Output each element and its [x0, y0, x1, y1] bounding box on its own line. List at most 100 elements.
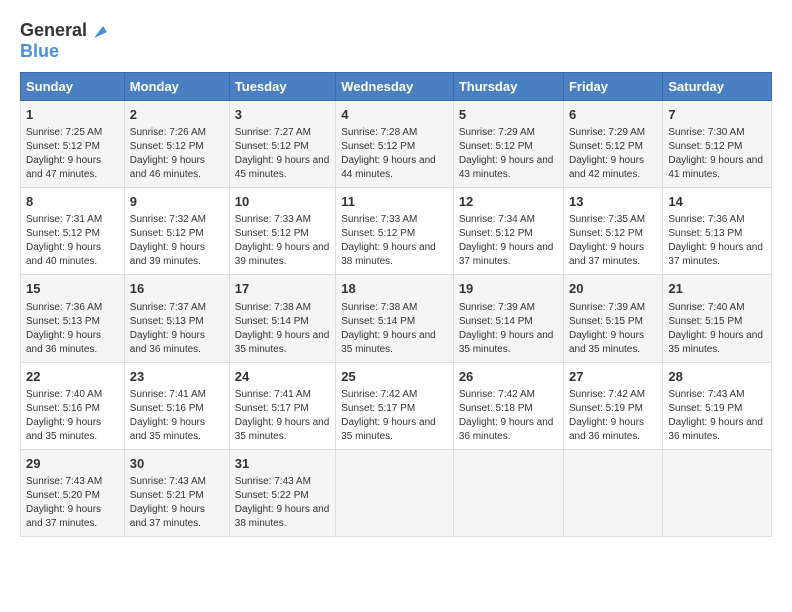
calendar-cell: 14 Sunrise: 7:36 AMSunset: 5:13 PMDayligh…: [663, 188, 772, 275]
day-number: 4: [341, 106, 448, 124]
calendar-cell: [336, 449, 454, 536]
calendar-cell: 26 Sunrise: 7:42 AMSunset: 5:18 PMDayligh…: [453, 362, 563, 449]
calendar-cell: [663, 449, 772, 536]
day-info: Sunrise: 7:38 AMSunset: 5:14 PMDaylight:…: [235, 301, 330, 357]
day-number: 23: [130, 368, 224, 386]
day-info: Sunrise: 7:26 AMSunset: 5:12 PMDaylight:…: [130, 126, 224, 182]
day-number: 26: [459, 368, 558, 386]
header-friday: Friday: [563, 73, 662, 101]
day-number: 28: [668, 368, 766, 386]
day-number: 22: [26, 368, 119, 386]
day-number: 6: [569, 106, 657, 124]
day-number: 25: [341, 368, 448, 386]
day-info: Sunrise: 7:25 AMSunset: 5:12 PMDaylight:…: [26, 126, 119, 182]
calendar-cell: 31 Sunrise: 7:43 AMSunset: 5:22 PMDayligh…: [229, 449, 335, 536]
calendar-cell: 22 Sunrise: 7:40 AMSunset: 5:16 PMDayligh…: [21, 362, 125, 449]
calendar-cell: 2 Sunrise: 7:26 AMSunset: 5:12 PMDaylight…: [124, 101, 229, 188]
calendar-cell: 25 Sunrise: 7:42 AMSunset: 5:17 PMDayligh…: [336, 362, 454, 449]
day-number: 15: [26, 280, 119, 298]
logo-blue-text: Blue: [20, 41, 59, 62]
day-number: 10: [235, 193, 330, 211]
calendar-cell: 18 Sunrise: 7:38 AMSunset: 5:14 PMDayligh…: [336, 275, 454, 362]
week-row-3: 15 Sunrise: 7:36 AMSunset: 5:13 PMDayligh…: [21, 275, 772, 362]
calendar-cell: 9 Sunrise: 7:32 AMSunset: 5:12 PMDaylight…: [124, 188, 229, 275]
day-number: 27: [569, 368, 657, 386]
day-number: 31: [235, 455, 330, 473]
calendar-cell: [453, 449, 563, 536]
day-info: Sunrise: 7:31 AMSunset: 5:12 PMDaylight:…: [26, 213, 119, 269]
calendar-cell: 11 Sunrise: 7:33 AMSunset: 5:12 PMDayligh…: [336, 188, 454, 275]
day-info: Sunrise: 7:43 AMSunset: 5:21 PMDaylight:…: [130, 475, 224, 531]
day-number: 17: [235, 280, 330, 298]
day-number: 1: [26, 106, 119, 124]
header-wednesday: Wednesday: [336, 73, 454, 101]
day-number: 12: [459, 193, 558, 211]
day-number: 16: [130, 280, 224, 298]
day-number: 2: [130, 106, 224, 124]
calendar-cell: 24Sunrise: 7:41 AMSunset: 5:17 PMDayligh…: [229, 362, 335, 449]
day-info: Sunrise: 7:40 AMSunset: 5:15 PMDaylight:…: [668, 301, 766, 357]
day-info: Sunrise: 7:43 AMSunset: 5:22 PMDaylight:…: [235, 475, 330, 531]
week-row-4: 22 Sunrise: 7:40 AMSunset: 5:16 PMDayligh…: [21, 362, 772, 449]
week-row-5: 29 Sunrise: 7:43 AMSunset: 5:20 PMDayligh…: [21, 449, 772, 536]
day-info: Sunrise: 7:40 AMSunset: 5:16 PMDaylight:…: [26, 388, 119, 444]
day-number: 8: [26, 193, 119, 211]
day-info: Sunrise: 7:27 AMSunset: 5:12 PMDaylight:…: [235, 126, 330, 182]
day-info: Sunrise: 7:37 AMSunset: 5:13 PMDaylight:…: [130, 301, 224, 357]
logo: General Blue: [20, 20, 107, 62]
calendar-cell: 1 Sunrise: 7:25 AMSunset: 5:12 PMDaylight…: [21, 101, 125, 188]
day-info: Sunrise: 7:38 AMSunset: 5:14 PMDaylight:…: [341, 301, 448, 357]
header-saturday: Saturday: [663, 73, 772, 101]
header-row: SundayMondayTuesdayWednesdayThursdayFrid…: [21, 73, 772, 101]
calendar-cell: 30Sunrise: 7:43 AMSunset: 5:21 PMDayligh…: [124, 449, 229, 536]
day-info: Sunrise: 7:42 AMSunset: 5:18 PMDaylight:…: [459, 388, 558, 444]
calendar-cell: 10Sunrise: 7:33 AMSunset: 5:12 PMDayligh…: [229, 188, 335, 275]
day-info: Sunrise: 7:43 AMSunset: 5:19 PMDaylight:…: [668, 388, 766, 444]
calendar-cell: 12 Sunrise: 7:34 AMSunset: 5:12 PMDayligh…: [453, 188, 563, 275]
header-monday: Monday: [124, 73, 229, 101]
calendar-cell: 13 Sunrise: 7:35 AMSunset: 5:12 PMDayligh…: [563, 188, 662, 275]
day-info: Sunrise: 7:42 AMSunset: 5:17 PMDaylight:…: [341, 388, 448, 444]
calendar-cell: 29 Sunrise: 7:43 AMSunset: 5:20 PMDayligh…: [21, 449, 125, 536]
day-info: Sunrise: 7:33 AMSunset: 5:12 PMDaylight:…: [341, 213, 448, 269]
calendar-cell: 28 Sunrise: 7:43 AMSunset: 5:19 PMDayligh…: [663, 362, 772, 449]
day-info: Sunrise: 7:43 AMSunset: 5:20 PMDaylight:…: [26, 475, 119, 531]
calendar-cell: 3 Sunrise: 7:27 AMSunset: 5:12 PMDaylight…: [229, 101, 335, 188]
calendar-cell: 4 Sunrise: 7:28 AMSunset: 5:12 PMDaylight…: [336, 101, 454, 188]
day-number: 13: [569, 193, 657, 211]
logo-icon: [89, 22, 107, 40]
page-header: General Blue: [20, 20, 772, 62]
calendar-cell: 15 Sunrise: 7:36 AMSunset: 5:13 PMDayligh…: [21, 275, 125, 362]
calendar-cell: 6 Sunrise: 7:29 AMSunset: 5:12 PMDaylight…: [563, 101, 662, 188]
week-row-2: 8 Sunrise: 7:31 AMSunset: 5:12 PMDaylight…: [21, 188, 772, 275]
day-info: Sunrise: 7:36 AMSunset: 5:13 PMDaylight:…: [26, 301, 119, 357]
day-info: Sunrise: 7:30 AMSunset: 5:12 PMDaylight:…: [668, 126, 766, 182]
day-number: 14: [668, 193, 766, 211]
day-info: Sunrise: 7:42 AMSunset: 5:19 PMDaylight:…: [569, 388, 657, 444]
day-number: 9: [130, 193, 224, 211]
day-info: Sunrise: 7:29 AMSunset: 5:12 PMDaylight:…: [569, 126, 657, 182]
day-info: Sunrise: 7:39 AMSunset: 5:15 PMDaylight:…: [569, 301, 657, 357]
day-number: 19: [459, 280, 558, 298]
header-tuesday: Tuesday: [229, 73, 335, 101]
day-info: Sunrise: 7:36 AMSunset: 5:13 PMDaylight:…: [668, 213, 766, 269]
day-number: 18: [341, 280, 448, 298]
calendar-cell: 23Sunrise: 7:41 AMSunset: 5:16 PMDayligh…: [124, 362, 229, 449]
day-info: Sunrise: 7:35 AMSunset: 5:12 PMDaylight:…: [569, 213, 657, 269]
day-number: 24: [235, 368, 330, 386]
header-thursday: Thursday: [453, 73, 563, 101]
logo-general-text: General: [20, 20, 87, 41]
day-info: Sunrise: 7:32 AMSunset: 5:12 PMDaylight:…: [130, 213, 224, 269]
day-number: 29: [26, 455, 119, 473]
calendar-cell: 16 Sunrise: 7:37 AMSunset: 5:13 PMDayligh…: [124, 275, 229, 362]
day-number: 3: [235, 106, 330, 124]
day-info: Sunrise: 7:28 AMSunset: 5:12 PMDaylight:…: [341, 126, 448, 182]
calendar-cell: 27 Sunrise: 7:42 AMSunset: 5:19 PMDayligh…: [563, 362, 662, 449]
day-info: Sunrise: 7:34 AMSunset: 5:12 PMDaylight:…: [459, 213, 558, 269]
calendar-cell: 21Sunrise: 7:40 AMSunset: 5:15 PMDayligh…: [663, 275, 772, 362]
day-number: 11: [341, 193, 448, 211]
day-info: Sunrise: 7:39 AMSunset: 5:14 PMDaylight:…: [459, 301, 558, 357]
calendar-cell: [563, 449, 662, 536]
week-row-1: 1 Sunrise: 7:25 AMSunset: 5:12 PMDaylight…: [21, 101, 772, 188]
day-number: 5: [459, 106, 558, 124]
